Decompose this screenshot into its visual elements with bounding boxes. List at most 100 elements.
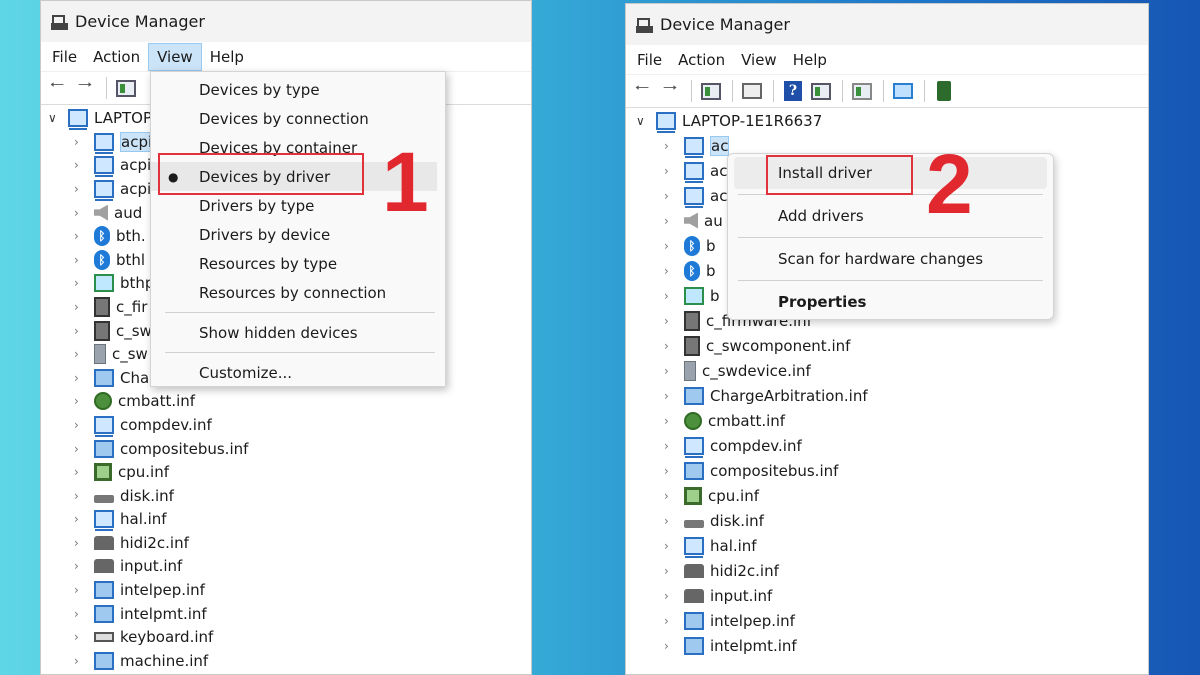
menu-item-resources-by-connection[interactable]: Resources by connection <box>151 278 445 307</box>
chevron-right-icon[interactable]: › <box>74 418 86 432</box>
tree-row[interactable]: › machine.inf <box>41 649 531 673</box>
forward-arrow-icon[interactable]: 🠂 <box>72 75 98 100</box>
tree-row[interactable]: › hal.inf <box>626 533 1148 558</box>
chevron-right-icon[interactable]: › <box>664 364 676 378</box>
chevron-right-icon[interactable]: › <box>74 559 86 573</box>
chevron-right-icon[interactable]: › <box>74 347 86 361</box>
update-driver-icon[interactable] <box>849 79 875 103</box>
back-arrow-icon[interactable]: 🠀 <box>44 75 70 100</box>
tree-row[interactable]: › intelpmt.inf <box>626 633 1148 658</box>
chevron-right-icon[interactable]: › <box>664 339 676 353</box>
tree-row[interactable]: › hidi2c.inf <box>41 531 531 555</box>
chevron-right-icon[interactable]: › <box>664 414 676 428</box>
chevron-down-icon[interactable]: ∨ <box>48 111 62 125</box>
chevron-right-icon[interactable]: › <box>664 289 676 303</box>
chevron-right-icon[interactable]: › <box>74 512 86 526</box>
chevron-right-icon[interactable]: › <box>664 539 676 553</box>
chevron-right-icon[interactable]: › <box>664 639 676 653</box>
tree-row[interactable]: › c_swcomponent.inf <box>626 333 1148 358</box>
menu-item-properties[interactable]: Properties <box>728 286 1053 318</box>
chevron-right-icon[interactable]: › <box>74 158 86 172</box>
chevron-right-icon[interactable]: › <box>74 654 86 668</box>
chevron-right-icon[interactable]: › <box>664 389 676 403</box>
menu-file[interactable]: File <box>44 44 85 70</box>
menu-item-devices-by-type[interactable]: Devices by type <box>151 75 445 104</box>
tree-row[interactable]: › input.inf <box>41 555 531 579</box>
chevron-right-icon[interactable]: › <box>74 630 86 644</box>
menu-item-customize[interactable]: Customize... <box>151 358 445 387</box>
menu-action[interactable]: Action <box>670 47 733 73</box>
chevron-right-icon[interactable]: › <box>664 189 676 203</box>
tree-row[interactable]: › disk.inf <box>626 508 1148 533</box>
menu-item-devices-by-connection[interactable]: Devices by connection <box>151 104 445 133</box>
tree-row[interactable]: › compositebus.inf <box>626 458 1148 483</box>
tree-row[interactable]: › compdev.inf <box>626 433 1148 458</box>
chevron-right-icon[interactable]: › <box>74 206 86 220</box>
back-arrow-icon[interactable]: 🠀 <box>629 78 655 103</box>
menu-help[interactable]: Help <box>785 47 835 73</box>
tree-row[interactable]: › input.inf <box>626 583 1148 608</box>
tree-row[interactable]: › intelpep.inf <box>41 578 531 602</box>
tree-row[interactable]: › intelpmt.inf <box>41 602 531 626</box>
chevron-right-icon[interactable]: › <box>664 264 676 278</box>
tree-root[interactable]: ∨ LAPTOP-1E1R6637 <box>626 108 1148 133</box>
tree-row[interactable]: › intelpep.inf <box>626 608 1148 633</box>
chevron-right-icon[interactable]: › <box>664 564 676 578</box>
menu-item-add-drivers[interactable]: Add drivers <box>728 200 1053 232</box>
chevron-right-icon[interactable]: › <box>664 589 676 603</box>
menu-item-scan-hardware[interactable]: Scan for hardware changes <box>728 243 1053 275</box>
chevron-right-icon[interactable]: › <box>664 464 676 478</box>
chevron-right-icon[interactable]: › <box>74 300 86 314</box>
tree-row[interactable]: › keyboard.inf <box>41 625 531 649</box>
chevron-right-icon[interactable]: › <box>74 324 86 338</box>
tree-row[interactable]: › hal.inf <box>41 508 531 532</box>
chevron-right-icon[interactable]: › <box>664 214 676 228</box>
help-icon[interactable]: ? <box>780 79 806 103</box>
tree-row[interactable]: › compdev.inf <box>41 413 531 437</box>
tree-row[interactable]: › cpu.inf <box>626 483 1148 508</box>
forward-arrow-icon[interactable]: 🠂 <box>657 78 683 103</box>
properties-icon[interactable] <box>739 79 765 103</box>
tree-row[interactable]: › c_swdevice.inf <box>626 358 1148 383</box>
tree-row[interactable]: › cmbatt.inf <box>41 390 531 414</box>
chevron-right-icon[interactable]: › <box>74 442 86 456</box>
chevron-right-icon[interactable]: › <box>664 489 676 503</box>
menu-help[interactable]: Help <box>202 44 252 70</box>
chevron-right-icon[interactable]: › <box>74 229 86 243</box>
chevron-right-icon[interactable]: › <box>74 583 86 597</box>
chevron-right-icon[interactable]: › <box>74 536 86 550</box>
menu-item-show-hidden[interactable]: Show hidden devices <box>151 318 445 347</box>
menu-view[interactable]: View <box>733 47 785 73</box>
chevron-right-icon[interactable]: › <box>74 135 86 149</box>
menu-item-resources-by-type[interactable]: Resources by type <box>151 249 445 278</box>
menu-action[interactable]: Action <box>85 44 148 70</box>
menu-file[interactable]: File <box>629 47 670 73</box>
chevron-right-icon[interactable]: › <box>74 489 86 503</box>
chevron-right-icon[interactable]: › <box>664 139 676 153</box>
chevron-right-icon[interactable]: › <box>74 253 86 267</box>
tree-row[interactable]: › cmbatt.inf <box>626 408 1148 433</box>
chevron-right-icon[interactable]: › <box>74 394 86 408</box>
action-pane-icon[interactable] <box>808 79 834 103</box>
chevron-right-icon[interactable]: › <box>74 371 86 385</box>
chevron-down-icon[interactable]: ∨ <box>636 114 650 128</box>
chevron-right-icon[interactable]: › <box>74 465 86 479</box>
tree-row[interactable]: › disk.inf <box>41 484 531 508</box>
tree-row[interactable]: › hidi2c.inf <box>626 558 1148 583</box>
chevron-right-icon[interactable]: › <box>664 314 676 328</box>
add-legacy-hardware-icon[interactable] <box>931 79 957 103</box>
chevron-right-icon[interactable]: › <box>664 164 676 178</box>
chevron-right-icon[interactable]: › <box>664 614 676 628</box>
console-tree-icon[interactable] <box>698 79 724 103</box>
chevron-right-icon[interactable]: › <box>74 607 86 621</box>
chevron-right-icon[interactable]: › <box>664 439 676 453</box>
tree-row[interactable]: › compositebus.inf <box>41 437 531 461</box>
chevron-right-icon[interactable]: › <box>664 239 676 253</box>
chevron-right-icon[interactable]: › <box>74 276 86 290</box>
chevron-right-icon[interactable]: › <box>74 182 86 196</box>
tree-row[interactable]: › cpu.inf <box>41 460 531 484</box>
chevron-right-icon[interactable]: › <box>664 514 676 528</box>
tree-row[interactable]: › ChargeArbitration.inf <box>626 383 1148 408</box>
scan-hardware-icon[interactable] <box>890 79 916 103</box>
menu-view[interactable]: View <box>148 42 202 71</box>
